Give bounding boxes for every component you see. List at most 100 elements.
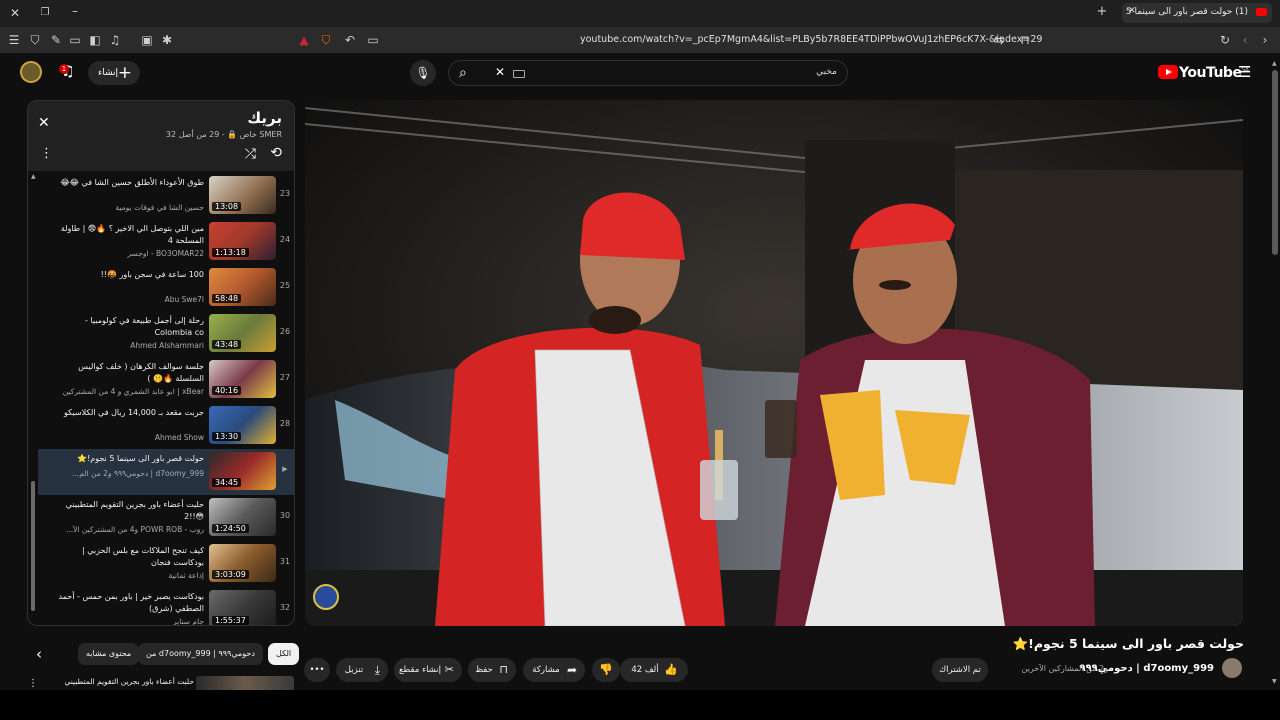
chip-from-channel[interactable]: من d7oomy_999 | دحومي٩٩٩ <box>138 643 263 665</box>
playlist-item-current[interactable]: ▶ 34:45 حولت قصر باور الى سينما 5 نجوم!⭐… <box>38 449 294 495</box>
item-thumbnail[interactable]: 13:30 <box>209 406 276 444</box>
share-button[interactable]: مشاركة ➦ <box>523 658 585 682</box>
playlist-item[interactable]: 30 1:24:50 حلبت أعضاء باور بجرين التقويم… <box>38 495 294 541</box>
close-window-icon[interactable]: ✕ <box>7 6 23 20</box>
item-thumbnail[interactable]: 3:03:09 <box>209 544 276 582</box>
share-url-icon[interactable]: ⇆ <box>991 33 1007 47</box>
playlist-item[interactable]: 25 58:48 100 ساعة في سجن باور 🤬!! Abu Sw… <box>38 265 294 311</box>
search-box[interactable]: ⌕ ✕ مخبي <box>448 60 848 86</box>
more-actions-button[interactable]: ••• <box>304 658 330 682</box>
item-channel[interactable]: روب - POWR ROB و4 من المشتركين الآ... <box>54 525 204 534</box>
like-button[interactable]: 42 ألف 👍 <box>620 658 688 682</box>
shield-icon[interactable]: ⛉ <box>27 33 43 47</box>
sidebar-icon[interactable]: ◧ <box>87 33 103 47</box>
close-playlist-icon[interactable]: ✕ <box>38 115 50 131</box>
playlist-item[interactable]: 24 1:13:18 مين اللي بتوصل الي الاخير ؟ 🔥… <box>38 219 294 265</box>
item-thumbnail[interactable]: 1:24:50 <box>209 498 276 536</box>
item-thumbnail[interactable]: 34:45 <box>209 452 276 490</box>
chip-similar[interactable]: محتوى مشابه <box>78 643 140 665</box>
scroll-up-icon[interactable]: ▲ <box>1272 60 1277 67</box>
item-title[interactable]: طوق الأعوداء الأطلق حسين الشا في 😂😂 <box>54 177 204 189</box>
menu-icon[interactable]: ☰ <box>6 33 22 47</box>
next-video-thumbnail[interactable] <box>196 676 294 690</box>
item-title[interactable]: حلبت أعضاء باور بجرين التقويم المتطبيني … <box>54 499 204 523</box>
video-player[interactable]: . <box>305 100 1243 626</box>
chip-all[interactable]: الكل <box>268 643 300 665</box>
search-input[interactable]: مخبي <box>816 67 837 77</box>
tools-icon[interactable]: ✎ <box>48 33 64 47</box>
screenshot-icon[interactable]: ▣ <box>139 33 155 47</box>
playlist-item[interactable]: 28 13:30 جربت مقعد بـ 14,000 ريال في الك… <box>38 403 294 449</box>
guide-menu-icon[interactable]: ☰ <box>1238 63 1251 81</box>
more-vert-icon[interactable]: ⋮ <box>28 678 38 689</box>
minimize-icon[interactable]: – <box>67 4 83 18</box>
more-vert-icon[interactable]: ⋮ <box>40 146 53 161</box>
new-tab-icon[interactable]: + <box>1094 5 1110 19</box>
clear-search-icon[interactable]: ✕ <box>495 65 505 79</box>
keyboard-icon[interactable] <box>513 70 525 78</box>
scroll-up-icon[interactable]: ▲ <box>31 173 36 180</box>
item-channel[interactable]: جام سناير <box>54 617 204 625</box>
item-title[interactable]: جربت مقعد بـ 14,000 ريال في الكلاسيكو <box>54 407 204 419</box>
clip-button[interactable]: إنشاء مقطع ✂ <box>394 658 462 682</box>
account-avatar[interactable] <box>20 61 42 83</box>
maximize-icon[interactable]: ❐ <box>37 6 53 20</box>
playlist-item[interactable]: 26 43:48 رحلة إلى أجمل طبيعة في كولومبيا… <box>38 311 294 357</box>
scroll-down-icon[interactable]: ▼ <box>1272 678 1277 685</box>
music-icon[interactable]: ♫ <box>107 33 123 47</box>
bookmark-icon[interactable]: ⊓ <box>1017 33 1033 47</box>
item-channel[interactable]: حسين الشا في فوقات يومية <box>54 203 204 212</box>
voice-search-button[interactable]: 🎙 <box>410 60 436 86</box>
item-thumbnail[interactable]: 58:48 <box>209 268 276 306</box>
item-thumbnail[interactable]: 1:13:18 <box>209 222 276 260</box>
subscribe-button[interactable]: تم الاشتراك <box>932 658 988 682</box>
search-icon[interactable]: ⌕ <box>459 65 467 81</box>
item-channel[interactable]: Ahmed Alshammari <box>54 341 204 350</box>
undo-icon[interactable]: ↶ <box>342 33 358 47</box>
forward-icon[interactable]: › <box>1257 33 1273 47</box>
scroll-thumb[interactable] <box>31 481 35 611</box>
playlist-item[interactable]: 32 1:55:37 بودكاست يصبر خير | باور بمن ح… <box>38 587 294 625</box>
item-thumbnail[interactable]: 43:48 <box>209 314 276 352</box>
browser-tab[interactable]: ✕ (1) حولت قصر باور الى سينما 5 <box>1122 3 1272 23</box>
item-thumbnail[interactable]: 40:16 <box>209 360 276 398</box>
item-channel[interactable]: BO3OMAR22 - اوجسر <box>54 249 204 258</box>
item-title[interactable]: 100 ساعة في سجن باور 🤬!! <box>54 269 204 281</box>
channel-collaborators[interactable]: و2 من المشاركين الآخرين <box>1022 664 1108 673</box>
loop-icon[interactable]: ⟲ <box>270 145 282 161</box>
item-thumbnail[interactable]: 13:08 <box>209 176 276 214</box>
item-channel[interactable]: Abu Swe7l <box>54 295 204 304</box>
back-icon[interactable]: ‹ <box>1237 33 1253 47</box>
item-channel[interactable]: d7oomy_999 | دحومي٩٩٩ و2 من الم... <box>54 469 204 478</box>
create-button[interactable]: إنشاء + <box>88 61 140 85</box>
playlist-item[interactable]: 23 13:08 طوق الأعوداء الأطلق حسين الشا ف… <box>38 173 294 219</box>
playlist-item[interactable]: 27 40:16 جلسة سوالف الكرهان ( خلف كواليس… <box>38 357 294 403</box>
item-channel[interactable]: Ahmed Show <box>54 433 204 442</box>
playlist-scrollbar[interactable]: ▲ <box>30 171 36 621</box>
item-title[interactable]: حولت قصر باور الى سينما 5 نجوم!⭐ <box>54 453 204 465</box>
reload-icon[interactable]: ↻ <box>1217 33 1233 47</box>
tab-close-icon[interactable]: ✕ <box>1128 6 1136 16</box>
page-scroll-thumb[interactable] <box>1272 70 1278 255</box>
channel-avatar[interactable] <box>1222 658 1242 678</box>
cast-icon[interactable]: ▭ <box>365 33 381 47</box>
brave-rewards-icon[interactable]: ▲ <box>296 33 312 47</box>
item-title[interactable]: بودكاست يصبر خير | باور بمن حمس - أحمد ا… <box>54 591 204 615</box>
item-channel[interactable]: xBear | ابو عابد الشمري و 4 من المشتركين <box>54 387 204 396</box>
next-video-title[interactable]: حلبت أعضاء باور بجرين التقويم المتطبيني <box>44 677 194 686</box>
item-title[interactable]: جلسة سوالف الكرهان ( خلف كواليس السلسلة … <box>54 361 204 385</box>
extensions-icon[interactable]: ✱ <box>159 33 175 47</box>
tabs-icon[interactable]: ▭ <box>67 33 83 47</box>
chevron-left-icon[interactable]: ‹ <box>36 645 42 663</box>
item-title[interactable]: رحلة إلى أجمل طبيعة في كولومبيا - Colomb… <box>54 315 204 339</box>
item-title[interactable]: مين اللي بتوصل الي الاخير ؟ 🔥😨 | طاولة ا… <box>54 223 204 247</box>
shuffle-icon[interactable]: ⤮ <box>245 146 256 162</box>
page-scrollbar[interactable]: ▲ ▼ <box>1270 60 1280 690</box>
youtube-logo[interactable]: YouTubeSA <box>1158 65 1249 81</box>
save-button[interactable]: حفظ ⊓ <box>468 658 516 682</box>
channel-watermark[interactable] <box>313 584 339 610</box>
dislike-button[interactable]: 👎 <box>592 658 620 682</box>
item-title[interactable]: كيف تنجح الملاكات مع بلس الحزبي | بودكاس… <box>54 545 204 569</box>
playlist-item[interactable]: 31 3:03:09 كيف تنجح الملاكات مع بلس الحز… <box>38 541 294 587</box>
brave-shield-icon[interactable]: ⛉ <box>318 33 334 47</box>
